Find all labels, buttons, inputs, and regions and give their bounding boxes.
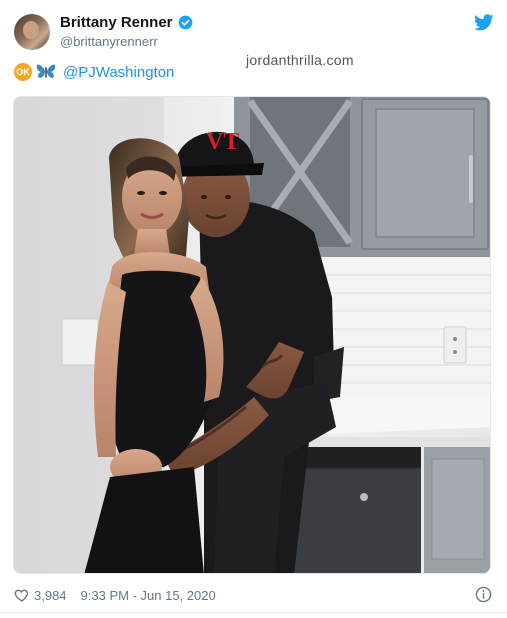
tweet-timestamp[interactable]: 9:33 PM - Jun 15, 2020 bbox=[81, 588, 216, 603]
display-name[interactable]: Brittany Renner bbox=[60, 14, 173, 31]
tweet-card: Brittany Renner @brittanyrennerr jordant… bbox=[0, 0, 507, 618]
mention-link[interactable]: @PJWashington bbox=[63, 64, 174, 81]
user-handle[interactable]: @brittanyrennerr bbox=[60, 34, 158, 49]
watermark-text: jordanthrilla.com bbox=[246, 52, 354, 68]
avatar-face bbox=[23, 21, 39, 39]
name-row: Brittany Renner bbox=[60, 14, 193, 31]
tweet-header: Brittany Renner @brittanyrennerr bbox=[14, 12, 494, 52]
like-count: 3,984 bbox=[34, 587, 67, 603]
tweet-photo[interactable]: VT bbox=[13, 96, 491, 574]
twitter-bird-icon[interactable] bbox=[474, 14, 494, 31]
ok-button-emoji-icon: OK bbox=[14, 63, 32, 81]
user-avatar[interactable] bbox=[14, 14, 50, 50]
svg-text:VT: VT bbox=[206, 129, 239, 155]
heart-icon[interactable] bbox=[14, 587, 30, 603]
tweet-footer: 3,984 9:33 PM - Jun 15, 2020 bbox=[14, 585, 492, 605]
photo-illustration: VT bbox=[14, 97, 490, 573]
info-icon[interactable] bbox=[475, 586, 492, 603]
tweet-text: OK @PJWashington bbox=[14, 63, 174, 81]
verified-badge-icon bbox=[178, 15, 192, 30]
card-divider bbox=[0, 612, 507, 613]
cap-logo-icon: VT bbox=[206, 129, 239, 155]
butterfly-emoji-icon bbox=[36, 64, 56, 78]
